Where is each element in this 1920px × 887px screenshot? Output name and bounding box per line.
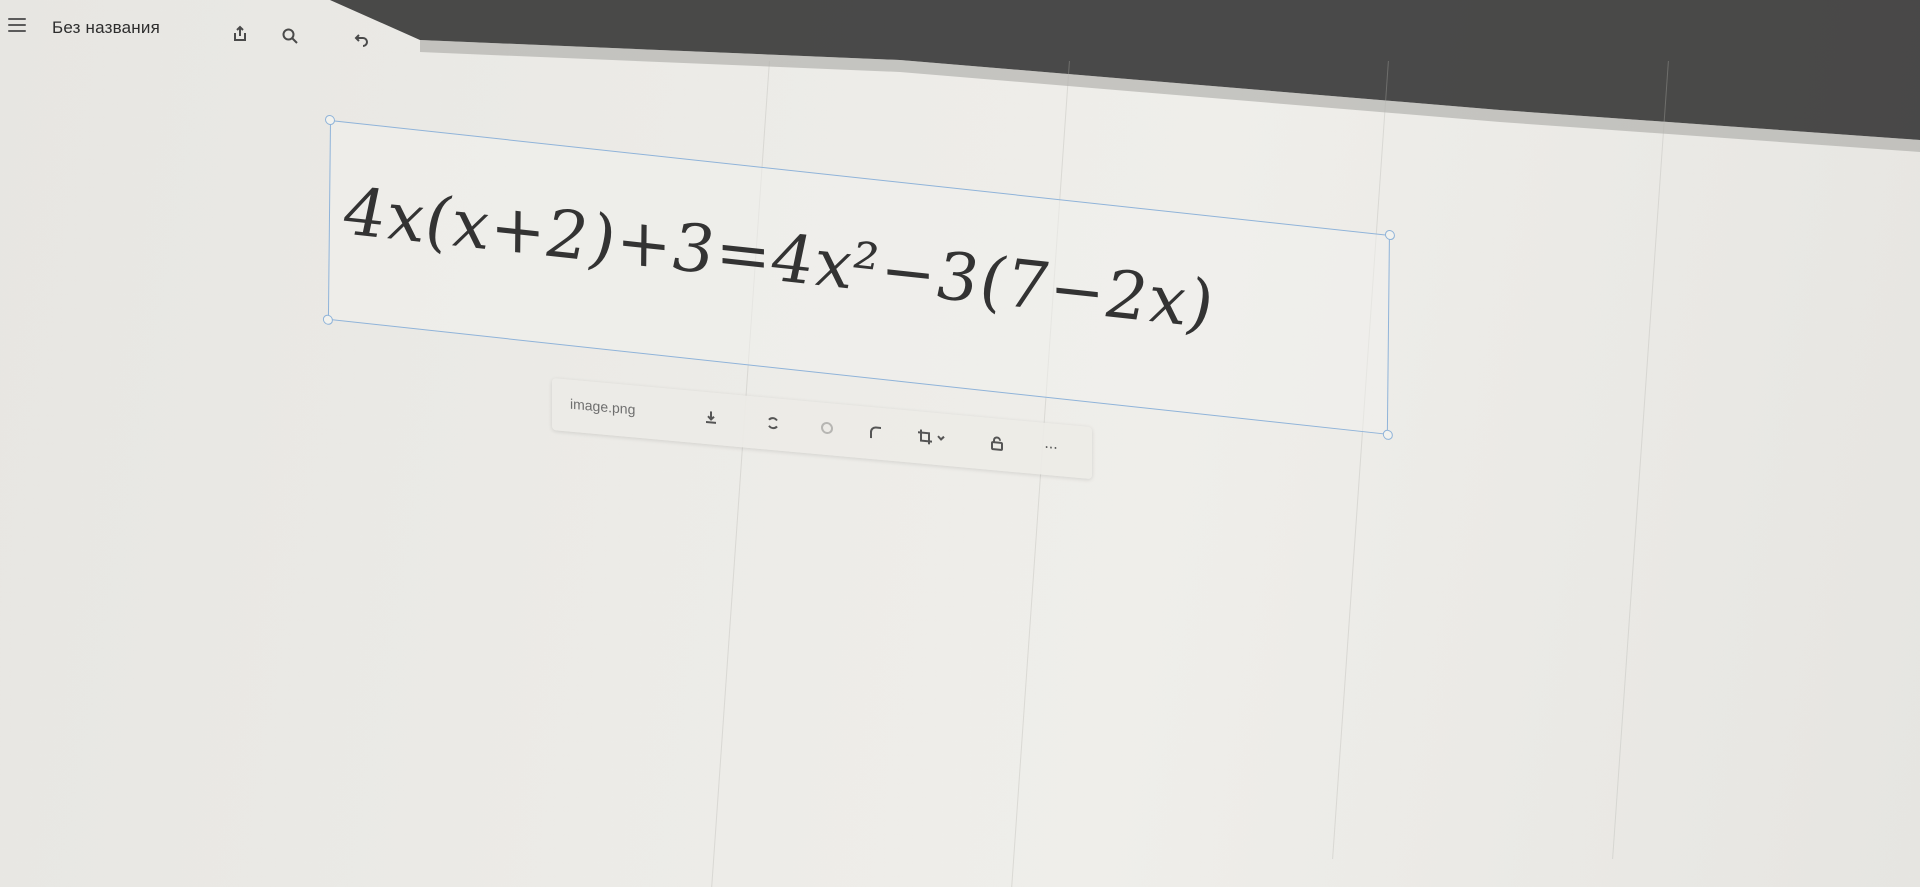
undo-icon[interactable] (348, 28, 372, 52)
share-icon[interactable] (228, 22, 252, 46)
circle-icon[interactable] (814, 414, 840, 442)
page-guide-line (1612, 60, 1669, 860)
resize-handle-top-right[interactable] (1384, 229, 1395, 241)
image-file-name: image.png (570, 395, 636, 418)
lock-icon[interactable] (984, 429, 1010, 457)
chevron-down-icon[interactable] (934, 425, 948, 452)
more-icon[interactable]: ... (1038, 430, 1064, 458)
resize-handle-bottom-left[interactable] (322, 314, 333, 326)
document-title[interactable]: Без названия (52, 18, 160, 38)
replace-icon[interactable] (760, 409, 786, 437)
resize-handle-top-left[interactable] (324, 114, 336, 126)
page-guide-line (1332, 60, 1389, 860)
top-bar: Без названия (0, 0, 440, 70)
selected-image[interactable]: 4x(x+2)+3=4x²−3(7−2x) (322, 114, 1395, 441)
search-icon[interactable] (278, 24, 302, 48)
hamburger-icon[interactable] (8, 18, 26, 34)
resize-handle-bottom-right[interactable] (1382, 429, 1393, 441)
equation-text: 4x(x+2)+3=4x²−3(7−2x) (343, 172, 1215, 344)
corner-radius-icon[interactable] (862, 418, 888, 446)
download-icon[interactable] (698, 403, 724, 431)
